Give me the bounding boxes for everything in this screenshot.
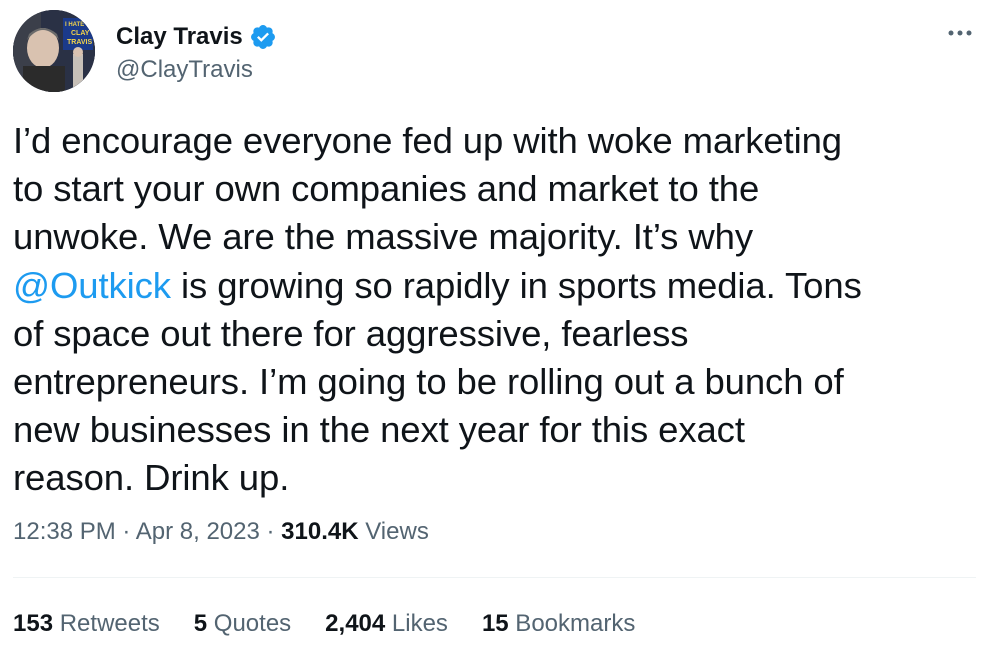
meta-separator: ·: [115, 518, 136, 545]
author-names: Clay Travis @ClayTravis: [116, 22, 277, 85]
views-count: 310.4K: [281, 518, 359, 545]
verified-badge-icon[interactable]: [249, 23, 277, 51]
likes-label: Likes: [385, 610, 448, 637]
bookmarks-count: 15: [481, 610, 509, 637]
display-name-row: Clay Travis: [116, 22, 277, 52]
divider: [13, 577, 976, 578]
author-handle[interactable]: @ClayTravis: [116, 55, 277, 85]
more-dots-icon[interactable]: [942, 18, 978, 48]
retweets-label: Retweets: [53, 610, 160, 637]
svg-text:CLAY: CLAY: [71, 30, 90, 37]
svg-text:TRAVIS: TRAVIS: [67, 39, 92, 46]
likes-stat[interactable]: 2,404 Likes: [325, 609, 448, 639]
quotes-count: 5: [193, 610, 208, 637]
views-label: Views: [358, 518, 429, 545]
retweets-stat[interactable]: 153 Retweets: [13, 609, 160, 639]
tweet-date[interactable]: Apr 8, 2023: [136, 518, 260, 545]
quotes-label: Quotes: [207, 610, 292, 637]
display-name[interactable]: Clay Travis: [116, 22, 243, 52]
quotes-stat[interactable]: 5 Quotes: [194, 609, 291, 639]
tweet-header: I HATE YOU CLAY TRAVIS Clay Travis: [13, 10, 980, 94]
tweet-text: I’d encourage everyone fed up with woke …: [13, 117, 983, 503]
bookmarks-stat[interactable]: 15 Bookmarks: [482, 609, 635, 639]
meta-separator-2: ·: [259, 518, 282, 545]
svg-text:I HATE YOU: I HATE YOU: [65, 22, 95, 28]
mention-link[interactable]: @Outkick: [13, 265, 171, 306]
avatar[interactable]: I HATE YOU CLAY TRAVIS: [13, 10, 95, 92]
tweet-meta: 12:38 PM · Apr 8, 2023 · 310.4K Views: [13, 517, 429, 547]
bookmarks-label: Bookmarks: [508, 610, 636, 637]
retweets-count: 153: [13, 610, 54, 637]
tweet-stats: 153 Retweets 5 Quotes 2,404 Likes 15 Boo…: [13, 609, 669, 639]
tweet-time[interactable]: 12:38 PM: [13, 518, 116, 545]
tweet-card: I HATE YOU CLAY TRAVIS Clay Travis: [0, 0, 994, 656]
likes-count: 2,404: [325, 610, 386, 637]
tweet-text-part-1: I’d encourage everyone fed up with woke …: [13, 120, 843, 258]
